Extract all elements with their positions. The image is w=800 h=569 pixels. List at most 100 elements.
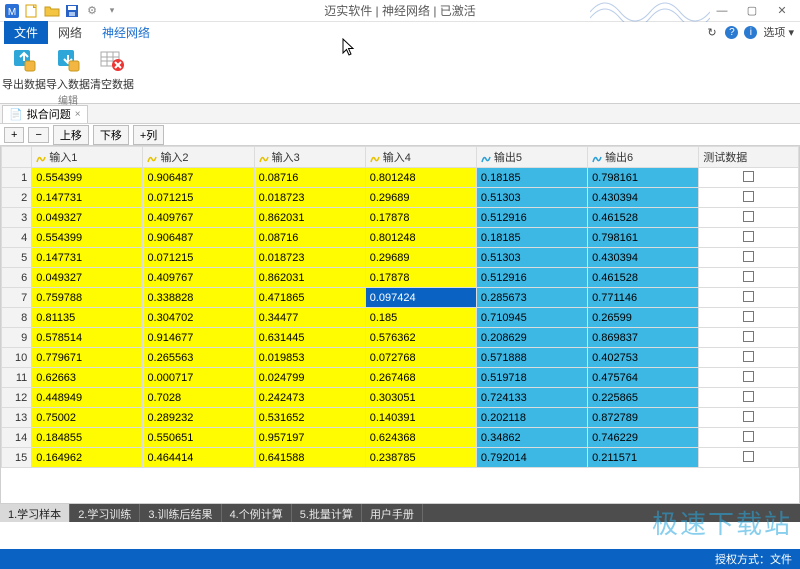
row-header[interactable]: 6 [2,268,32,288]
qat-dropdown-icon[interactable]: ⚙ [84,3,100,19]
grid-cell[interactable]: 0.906487 [143,228,254,248]
grid-cell[interactable]: 0.430394 [588,248,699,268]
grid-cell[interactable]: 0.024799 [254,368,365,388]
grid-cell[interactable]: 0.018723 [254,248,365,268]
row-header[interactable]: 13 [2,408,32,428]
grid-cell[interactable]: 0.62663 [32,368,143,388]
refresh-icon[interactable]: ↻ [704,25,719,40]
grid-cell[interactable]: 0.906487 [143,168,254,188]
test-checkbox-cell[interactable] [699,368,799,388]
grid-cell[interactable]: 0.631445 [254,328,365,348]
grid-cell[interactable]: 0.304702 [143,308,254,328]
grid-cell[interactable]: 0.049327 [32,268,143,288]
grid-cell[interactable]: 0.29689 [365,248,476,268]
test-checkbox-cell[interactable] [699,248,799,268]
remove-row-button[interactable]: − [28,127,48,143]
grid-cell[interactable]: 0.464414 [143,448,254,468]
grid-cell[interactable]: 0.338828 [143,288,254,308]
col-header[interactable]: 测试数据 [699,147,799,168]
grid-cell[interactable]: 0.862031 [254,268,365,288]
grid-cell[interactable]: 0.461528 [588,268,699,288]
grid-cell[interactable]: 0.746229 [588,428,699,448]
row-header[interactable]: 15 [2,448,32,468]
checkbox-icon[interactable] [743,351,754,362]
save-icon[interactable] [64,3,80,19]
grid-cell[interactable]: 0.164962 [32,448,143,468]
import-data-button[interactable]: 导入数据 [50,46,86,92]
test-checkbox-cell[interactable] [699,168,799,188]
checkbox-icon[interactable] [743,211,754,222]
grid-cell[interactable]: 0.430394 [588,188,699,208]
row-header[interactable]: 9 [2,328,32,348]
grid-cell[interactable]: 0.097424 [365,288,476,308]
bottom-tab[interactable]: 3.训练后结果 [140,504,221,522]
minimize-button[interactable]: — [708,2,736,20]
close-button[interactable]: ✕ [768,2,796,20]
data-grid[interactable]: 输入1输入2输入3输入4输出5输出6测试数据10.5543990.9064870… [0,146,800,504]
new-icon[interactable] [24,3,40,19]
grid-cell[interactable]: 0.869837 [588,328,699,348]
grid-cell[interactable]: 0.531652 [254,408,365,428]
grid-cell[interactable]: 0.571888 [476,348,587,368]
grid-cell[interactable]: 0.862031 [254,208,365,228]
grid-cell[interactable]: 0.724133 [476,388,587,408]
row-header[interactable]: 1 [2,168,32,188]
grid-cell[interactable]: 0.779671 [32,348,143,368]
add-row-button[interactable]: + [4,127,24,143]
grid-cell[interactable]: 0.402753 [588,348,699,368]
tab-network[interactable]: 网络 [48,21,92,44]
open-icon[interactable] [44,3,60,19]
grid-cell[interactable]: 0.578514 [32,328,143,348]
add-column-button[interactable]: +列 [133,125,164,145]
grid-cell[interactable]: 0.08716 [254,228,365,248]
grid-cell[interactable]: 0.303051 [365,388,476,408]
grid-cell[interactable]: 0.147731 [32,248,143,268]
clear-data-button[interactable]: 清空数据 [94,46,130,92]
col-header[interactable]: 输入3 [254,147,365,168]
test-checkbox-cell[interactable] [699,408,799,428]
test-checkbox-cell[interactable] [699,268,799,288]
grid-cell[interactable]: 0.000717 [143,368,254,388]
row-header[interactable]: 5 [2,248,32,268]
bottom-tab[interactable]: 5.批量计算 [292,504,362,522]
grid-cell[interactable]: 0.554399 [32,168,143,188]
grid-cell[interactable]: 0.289232 [143,408,254,428]
grid-cell[interactable]: 0.242473 [254,388,365,408]
bottom-tab[interactable]: 4.个例计算 [222,504,292,522]
grid-cell[interactable]: 0.475764 [588,368,699,388]
checkbox-icon[interactable] [743,371,754,382]
qat-more-icon[interactable]: ▾ [104,3,120,19]
grid-cell[interactable]: 0.7028 [143,388,254,408]
doc-tab-fitproblem[interactable]: 📄 拟合问题 × [2,105,88,123]
grid-cell[interactable]: 0.17878 [365,208,476,228]
doc-tab-close-icon[interactable]: × [75,109,81,120]
checkbox-icon[interactable] [743,331,754,342]
grid-cell[interactable]: 0.08716 [254,168,365,188]
bottom-tab[interactable]: 用户手册 [362,504,423,522]
grid-cell[interactable]: 0.17878 [365,268,476,288]
grid-cell[interactable]: 0.184855 [32,428,143,448]
row-header[interactable]: 3 [2,208,32,228]
tab-neural-network[interactable]: 神经网络 [92,21,160,44]
test-checkbox-cell[interactable] [699,428,799,448]
grid-cell[interactable]: 0.238785 [365,448,476,468]
grid-cell[interactable]: 0.710945 [476,308,587,328]
checkbox-icon[interactable] [743,391,754,402]
grid-cell[interactable]: 0.049327 [32,208,143,228]
grid-cell[interactable]: 0.624368 [365,428,476,448]
row-header[interactable]: 10 [2,348,32,368]
grid-cell[interactable]: 0.512916 [476,208,587,228]
grid-cell[interactable]: 0.29689 [365,188,476,208]
grid-cell[interactable]: 0.792014 [476,448,587,468]
grid-cell[interactable]: 0.147731 [32,188,143,208]
movedown-button[interactable]: 下移 [93,125,129,145]
row-header[interactable]: 8 [2,308,32,328]
checkbox-icon[interactable] [743,411,754,422]
grid-cell[interactable]: 0.185 [365,308,476,328]
grid-cell[interactable]: 0.072768 [365,348,476,368]
grid-cell[interactable]: 0.51303 [476,188,587,208]
help-icon[interactable]: ? [725,26,738,39]
export-data-button[interactable]: 导出数据 [6,46,42,92]
grid-cell[interactable]: 0.51303 [476,248,587,268]
grid-cell[interactable]: 0.81135 [32,308,143,328]
